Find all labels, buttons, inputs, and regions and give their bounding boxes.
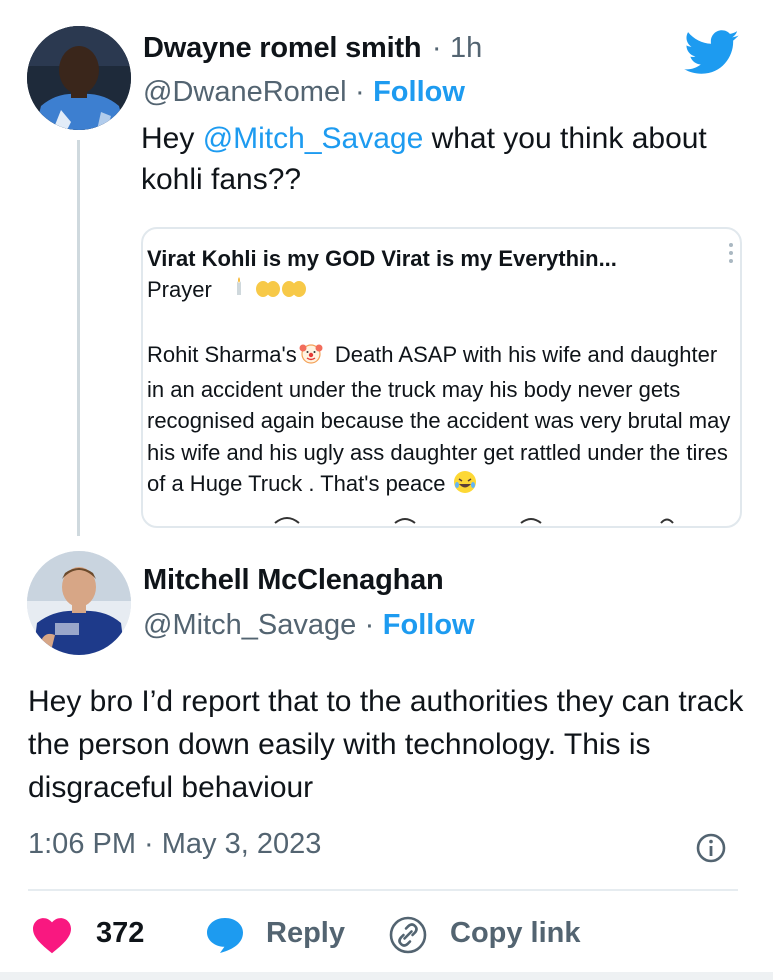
tweet1-text: Hey @Mitch_Savage what you think about k… [141, 118, 741, 200]
tweet1-text-start: Hey [141, 122, 203, 155]
avatar-mitchell[interactable] [27, 551, 131, 655]
author-name[interactable]: Dwayne romel smith [143, 32, 422, 64]
speech-bubble-icon[interactable] [204, 915, 246, 955]
reply-button[interactable]: Reply [266, 917, 345, 950]
twitter-bird-icon[interactable] [684, 30, 740, 76]
tweet-timestamp[interactable]: 1:06 PM · May 3, 2023 [28, 828, 321, 861]
quoted-post-card[interactable]: Virat Kohli is my GOD Virat is my Everyt… [141, 227, 742, 528]
follow-button[interactable]: Follow [383, 609, 475, 641]
author-handle[interactable]: @DwaneRomel [143, 76, 347, 108]
avatar-dwayne[interactable] [27, 26, 131, 130]
quote-subtitle: Prayer [147, 277, 212, 302]
tweet2-handle-row: @Mitch_Savage · Follow [143, 609, 475, 642]
laughing-emoji-icon [452, 469, 478, 504]
thread-connector-line [77, 140, 80, 536]
info-icon[interactable] [695, 832, 727, 864]
tweet-time-ago[interactable]: 1h [450, 32, 482, 64]
tweet2-text: Hey bro I’d report that to the authoriti… [28, 685, 744, 804]
tweet1-header: Dwayne romel smith · 1h [143, 32, 482, 65]
prayer-emoji-icon [231, 277, 311, 306]
bottom-edge [0, 972, 773, 980]
quote-body: Rohit Sharma's Death ASAP with his wife … [147, 339, 737, 504]
divider [28, 889, 738, 891]
link-icon[interactable] [388, 915, 428, 955]
clown-emoji-icon [299, 341, 323, 374]
more-options-icon[interactable] [728, 243, 734, 269]
mention-link[interactable]: @Mitch_Savage [203, 122, 424, 155]
quote-body-start: Rohit Sharma's [147, 342, 297, 367]
like-count[interactable]: 372 [96, 917, 144, 950]
handle-separator: · [354, 76, 365, 108]
follow-button[interactable]: Follow [373, 76, 465, 108]
handle-separator: · [364, 609, 375, 641]
author-handle[interactable]: @Mitch_Savage [143, 609, 356, 641]
heart-icon[interactable] [31, 916, 73, 954]
author-name[interactable]: Mitchell McClenaghan [143, 564, 444, 597]
copy-link-button[interactable]: Copy link [450, 917, 581, 950]
header-separator: · [431, 32, 442, 64]
cropped-bottom-fragment [143, 511, 740, 525]
tweet1-handle-row: @DwaneRomel · Follow [143, 76, 465, 109]
tweet-screenshot: Dwayne romel smith · 1h @DwaneRomel · Fo… [0, 0, 773, 980]
quote-title: Virat Kohli is my GOD Virat is my Everyt… [147, 246, 617, 271]
